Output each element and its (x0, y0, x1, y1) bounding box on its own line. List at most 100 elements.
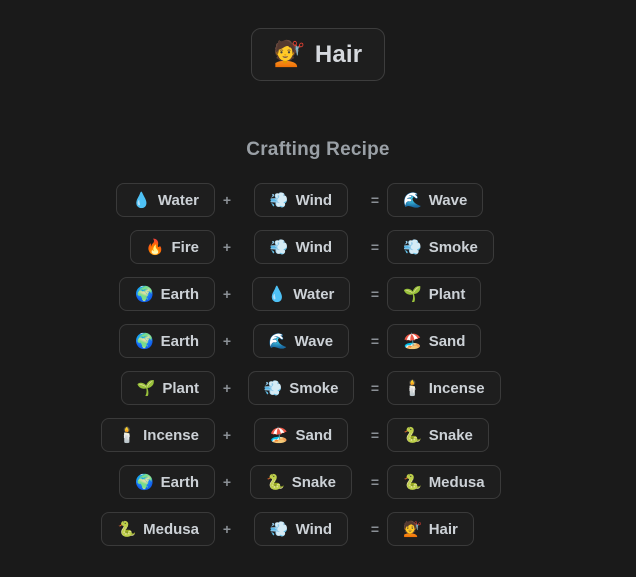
equals-operator: = (370, 521, 380, 537)
plus-operator: + (222, 239, 232, 255)
recipe-row: 🐍 Medusa + 💨 Wind = 💇 Hair (0, 512, 636, 546)
recipe-ingredient-pill[interactable]: 🌊 Wave (387, 183, 484, 217)
equals-operator: = (370, 239, 380, 255)
recipe-ingredient-pill[interactable]: 💧 Water (251, 277, 351, 311)
plus-operator: + (222, 380, 232, 396)
recipe-ingredient-pill[interactable]: 🌊 Wave (252, 324, 350, 358)
recipe-ingredient-pill[interactable]: 🌍 Earth (118, 324, 215, 358)
beach-umbrella-icon: 🏖️ (269, 426, 289, 444)
snake-icon: 🐍 (403, 473, 422, 491)
recipe-ingredient-pill[interactable]: 🐍 Medusa (101, 512, 215, 546)
plus-operator: + (222, 474, 232, 490)
result-item-card[interactable]: 💇 Hair (250, 28, 386, 81)
recipe-row: 💧 Water + 💨 Wind = 🌊 Wave (0, 183, 636, 217)
ingredient-label: Wind (295, 191, 333, 209)
recipe-list: 💧 Water + 💨 Wind = 🌊 Wave 🔥 Fire + 💨 Wind = 💨 Smoke 🌍 Ear… (0, 183, 636, 546)
equals-operator: = (370, 474, 380, 490)
earth-globe-icon: 🌍 (134, 473, 154, 491)
ingredient-label: Wind (295, 520, 333, 538)
ingredient-label: Earth (160, 473, 199, 491)
ingredient-label: Earth (160, 285, 199, 303)
plus-operator: + (222, 333, 232, 349)
wave-icon: 🌊 (403, 191, 422, 209)
ingredient-label: Plant (162, 379, 199, 397)
recipe-ingredient-pill[interactable]: 💨 Wind (253, 183, 349, 217)
section-title: Crafting Recipe (246, 139, 390, 160)
ingredient-label: Smoke (289, 379, 339, 397)
ingredient-label: Water (293, 285, 335, 303)
ingredient-label: Earth (160, 332, 199, 350)
snake-icon: 🐍 (266, 473, 285, 491)
header-zone: 💇 Hair (0, 0, 636, 81)
dash-wind-icon: 💨 (269, 238, 289, 256)
plus-operator: + (222, 192, 232, 208)
recipe-ingredient-pill[interactable]: 💨 Wind (253, 512, 349, 546)
plus-operator: + (222, 286, 232, 302)
snake-icon: 🐍 (117, 520, 137, 538)
recipe-ingredient-pill[interactable]: 💨 Smoke (387, 230, 494, 264)
equals-operator: = (370, 333, 380, 349)
plus-operator: + (222, 427, 232, 443)
recipe-row: 🕯️ Incense + 🏖️ Sand = 🐍 Snake (0, 418, 636, 452)
candle-icon: 🕯️ (117, 426, 137, 444)
recipe-ingredient-pill[interactable]: 🐍 Snake (387, 418, 489, 452)
ingredient-label: Wave (294, 332, 334, 350)
candle-icon: 🕯️ (403, 379, 422, 397)
ingredient-label: Wave (428, 191, 468, 209)
recipe-ingredient-pill[interactable]: 🐍 Medusa (387, 465, 501, 499)
recipe-ingredient-pill[interactable]: 💨 Smoke (247, 371, 355, 405)
recipe-ingredient-pill[interactable]: 🔥 Fire (129, 230, 215, 264)
recipe-ingredient-pill[interactable]: 🏖️ Sand (253, 418, 349, 452)
ingredient-label: Incense (143, 426, 199, 444)
ingredient-label: Medusa (428, 473, 485, 491)
seedling-icon: 🌱 (403, 285, 422, 303)
ingredient-label: Sand (428, 332, 466, 350)
ingredient-label: Fire (171, 238, 199, 256)
ingredient-label: Snake (291, 473, 336, 491)
ingredient-label: Plant (428, 285, 466, 303)
recipe-ingredient-pill[interactable]: 🌱 Plant (387, 277, 482, 311)
recipe-row: 🌍 Earth + 🌊 Wave = 🏖️ Sand (0, 324, 636, 358)
crafting-recipe-page: 💇 Hair Crafting Recipe 💧 Water + 💨 Wind = 🌊 Wav… (0, 0, 636, 577)
ingredient-label: Wind (295, 238, 333, 256)
recipe-ingredient-pill[interactable]: 🕯️ Incense (387, 371, 501, 405)
earth-globe-icon: 🌍 (134, 332, 154, 350)
ingredient-label: Snake (428, 426, 473, 444)
recipe-ingredient-pill[interactable]: 🕯️ Incense (101, 418, 215, 452)
recipe-row: 🌍 Earth + 💧 Water = 🌱 Plant (0, 277, 636, 311)
earth-globe-icon: 🌍 (134, 285, 154, 303)
recipe-ingredient-pill[interactable]: 🏖️ Sand (387, 324, 482, 358)
droplet-icon: 💧 (267, 285, 287, 303)
seedling-icon: 🌱 (136, 379, 156, 397)
equals-operator: = (370, 380, 380, 396)
recipe-ingredient-pill[interactable]: 🌍 Earth (118, 465, 215, 499)
dash-wind-icon: 💨 (263, 379, 283, 397)
ingredient-label: Medusa (143, 520, 199, 538)
ingredient-label: Water (157, 191, 199, 209)
recipe-ingredient-pill[interactable]: 💇 Hair (387, 512, 474, 546)
dash-wind-icon: 💨 (269, 191, 289, 209)
recipe-ingredient-pill[interactable]: 💧 Water (116, 183, 215, 217)
dash-wind-icon: 💨 (269, 520, 289, 538)
wave-icon: 🌊 (268, 332, 288, 350)
ingredient-label: Sand (295, 426, 333, 444)
recipe-row: 🌍 Earth + 🐍 Snake = 🐍 Medusa (0, 465, 636, 499)
person-getting-haircut-icon: 💇 (403, 520, 422, 538)
droplet-icon: 💧 (132, 191, 151, 209)
snake-icon: 🐍 (403, 426, 422, 444)
ingredient-label: Incense (428, 379, 485, 397)
recipe-row: 🌱 Plant + 💨 Smoke = 🕯️ Incense (0, 371, 636, 405)
beach-umbrella-icon: 🏖️ (403, 332, 422, 350)
ingredient-label: Smoke (428, 238, 478, 256)
fire-icon: 🔥 (145, 238, 165, 256)
person-getting-haircut-icon: 💇 (273, 40, 305, 68)
recipe-ingredient-pill[interactable]: 💨 Wind (253, 230, 349, 264)
equals-operator: = (370, 427, 380, 443)
recipe-ingredient-pill[interactable]: 🌍 Earth (118, 277, 215, 311)
recipe-row: 🔥 Fire + 💨 Wind = 💨 Smoke (0, 230, 636, 264)
ingredient-label: Hair (428, 520, 458, 538)
recipe-ingredient-pill[interactable]: 🐍 Snake (250, 465, 352, 499)
equals-operator: = (370, 192, 380, 208)
result-item-label: Hair (314, 40, 363, 68)
recipe-ingredient-pill[interactable]: 🌱 Plant (120, 371, 215, 405)
